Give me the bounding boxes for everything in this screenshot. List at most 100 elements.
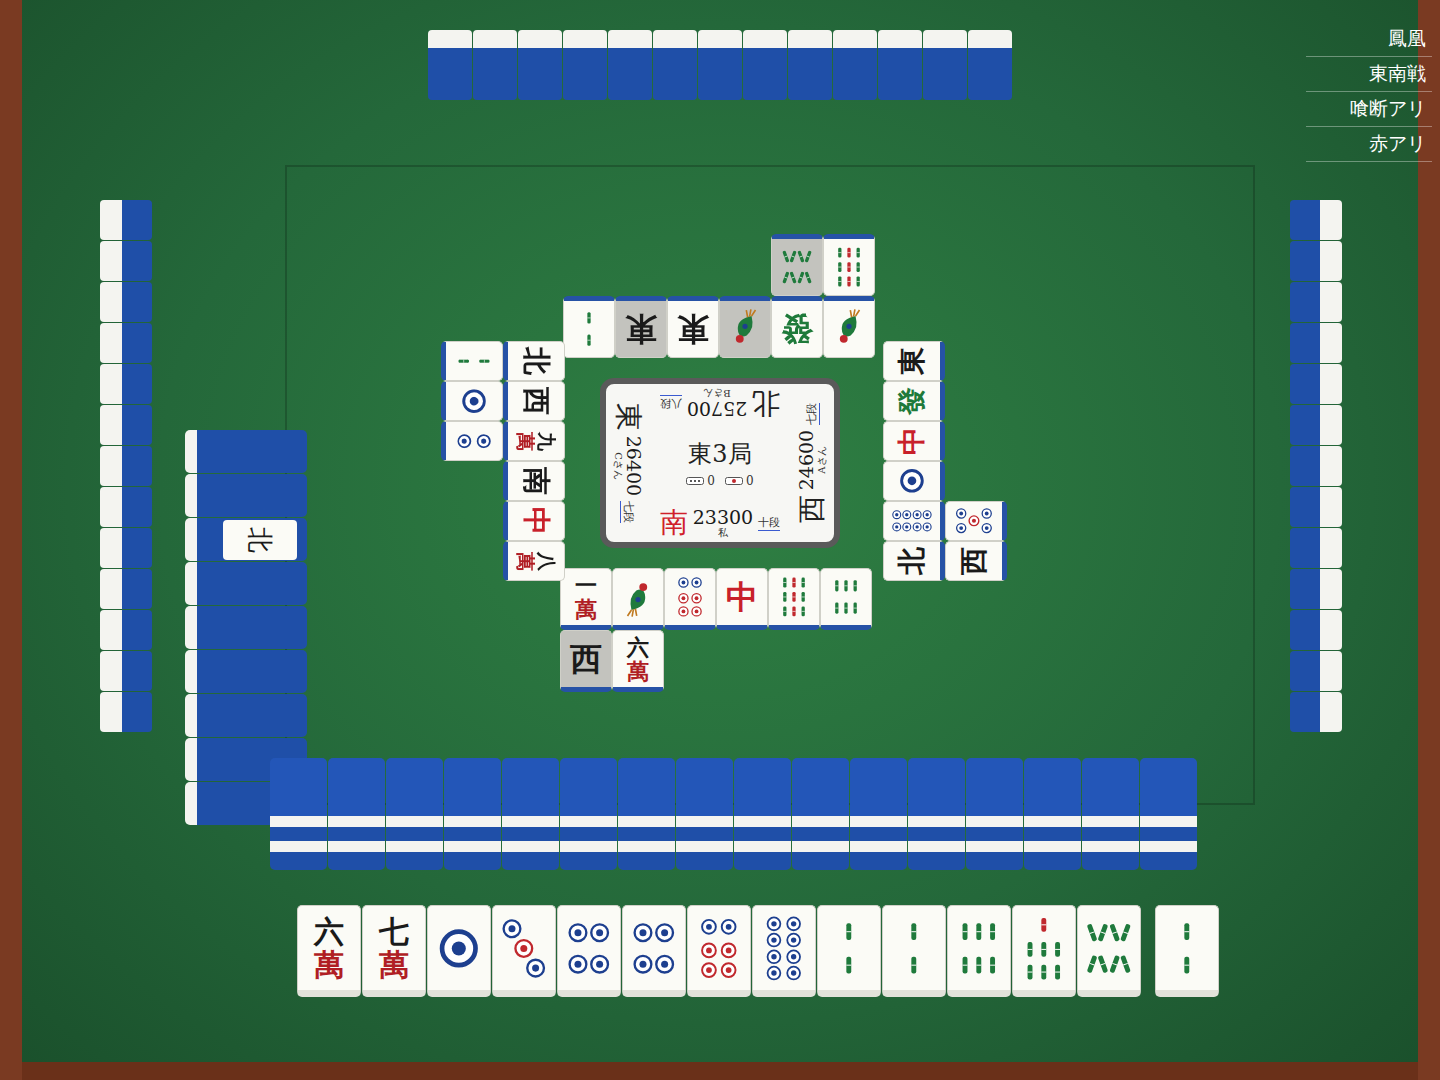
discard-pond: 北中發東西 bbox=[883, 341, 1007, 581]
tile[interactable] bbox=[1012, 905, 1076, 997]
tile[interactable] bbox=[882, 905, 946, 997]
bamboo-icon bbox=[569, 306, 609, 352]
tile[interactable] bbox=[752, 905, 816, 997]
man-label: 九萬 bbox=[515, 432, 557, 451]
wall-stack bbox=[185, 562, 307, 605]
pin-icon bbox=[951, 506, 997, 536]
player-rank: 八段 bbox=[660, 395, 682, 411]
opponent-hand bbox=[100, 200, 152, 732]
bamboo-icon bbox=[826, 574, 866, 620]
tile-back bbox=[473, 30, 517, 100]
tile[interactable]: 六萬 bbox=[297, 905, 361, 997]
honor-label: 中 bbox=[726, 581, 758, 613]
tile[interactable] bbox=[427, 905, 491, 997]
tile: 九萬 bbox=[503, 421, 565, 461]
wall-stack bbox=[185, 694, 307, 737]
honor-label: 西 bbox=[960, 547, 988, 575]
seat-wind: 北 bbox=[752, 389, 780, 417]
tile bbox=[883, 461, 945, 501]
tile-back bbox=[100, 241, 152, 281]
honor-label: 發 bbox=[781, 313, 813, 345]
bamboo-icon bbox=[774, 574, 814, 620]
pin-icon bbox=[629, 914, 679, 983]
player-score: 26400 bbox=[623, 436, 643, 496]
tile[interactable] bbox=[947, 905, 1011, 997]
honor-label: 西 bbox=[522, 387, 550, 415]
tile-back bbox=[1290, 610, 1342, 650]
honor-label: 東 bbox=[677, 313, 709, 345]
wall-stack bbox=[1082, 758, 1139, 870]
counter: 0 bbox=[725, 474, 754, 488]
tile: 西 bbox=[503, 381, 565, 421]
tile bbox=[563, 296, 615, 358]
tile-back bbox=[100, 651, 152, 691]
tile[interactable]: 七萬 bbox=[362, 905, 426, 997]
tile bbox=[945, 501, 1007, 541]
player-label: 西24600Aさん七段 bbox=[795, 388, 829, 538]
bird-icon bbox=[725, 306, 765, 352]
wall-stack bbox=[792, 758, 849, 870]
tile[interactable] bbox=[492, 905, 556, 997]
pin-icon bbox=[499, 914, 549, 983]
player-rank: 七段 bbox=[620, 501, 636, 523]
tile-back bbox=[1290, 528, 1342, 568]
tile-back bbox=[653, 30, 697, 100]
tile[interactable] bbox=[622, 905, 686, 997]
wall-stack bbox=[560, 758, 617, 870]
mahjong-table: 鳳凰東南戦喰断アリ赤アリ北一萬中西六萬北中發東西發東東北西九萬南中八萬東3局00… bbox=[0, 0, 1440, 1080]
tile[interactable] bbox=[1077, 905, 1141, 997]
man-label: 六萬 bbox=[314, 915, 344, 981]
honor-label: 南 bbox=[522, 467, 550, 495]
pin-icon bbox=[889, 466, 935, 496]
dora-indicator: 北 bbox=[185, 518, 307, 561]
pin-icon bbox=[451, 386, 497, 416]
tile-back bbox=[788, 30, 832, 100]
bird-icon bbox=[618, 574, 658, 620]
bamboo-icon bbox=[1084, 914, 1134, 983]
tile: 六萬 bbox=[612, 630, 664, 692]
score-panel: 東3局00南23300私十段西24600Aさん七段北25700Bさん八段東264… bbox=[600, 378, 840, 548]
discard-row: 北中發東 bbox=[883, 341, 945, 581]
man-label: 一萬 bbox=[575, 573, 597, 621]
tile-back bbox=[833, 30, 877, 100]
tile[interactable] bbox=[557, 905, 621, 997]
discard-row: 發 東東 bbox=[563, 296, 875, 358]
tile-back bbox=[1290, 364, 1342, 404]
tile[interactable] bbox=[1155, 905, 1219, 997]
wall-stack bbox=[908, 758, 965, 870]
honor-label: 東 bbox=[625, 313, 657, 345]
tile bbox=[771, 234, 823, 296]
tile-back bbox=[968, 30, 1012, 100]
tile bbox=[883, 501, 945, 541]
tile bbox=[823, 234, 875, 296]
wall-stack bbox=[270, 758, 327, 870]
bird-icon bbox=[829, 306, 869, 352]
tile-back bbox=[518, 30, 562, 100]
honor-label: 西 bbox=[570, 643, 602, 675]
tile: 東 bbox=[667, 296, 719, 358]
tile-back bbox=[1290, 323, 1342, 363]
tile[interactable] bbox=[687, 905, 751, 997]
tile bbox=[441, 421, 503, 461]
tile: 中 bbox=[716, 568, 768, 630]
rule-item: 赤アリ bbox=[1306, 127, 1432, 162]
player-score: 23300 bbox=[693, 508, 753, 528]
tile-back bbox=[1290, 569, 1342, 609]
tile: 北 bbox=[883, 541, 945, 581]
discard-pond: 發 東東 bbox=[563, 234, 875, 358]
rule-item: 東南戦 bbox=[1306, 57, 1432, 92]
bamboo-icon bbox=[1162, 914, 1212, 983]
tile[interactable] bbox=[817, 905, 881, 997]
tile-back bbox=[698, 30, 742, 100]
pin-icon bbox=[759, 914, 809, 983]
tile: 東 bbox=[883, 341, 945, 381]
pin-icon bbox=[434, 914, 484, 983]
bamboo-icon bbox=[1019, 914, 1069, 983]
counter-row: 00 bbox=[686, 474, 753, 488]
player-label: 北25700Bさん八段 bbox=[645, 386, 795, 420]
player-rank: 七段 bbox=[804, 403, 820, 425]
tile: 北 bbox=[223, 520, 297, 560]
bamboo-icon bbox=[451, 346, 497, 376]
wall-stack bbox=[328, 758, 385, 870]
discard-row bbox=[441, 341, 503, 581]
